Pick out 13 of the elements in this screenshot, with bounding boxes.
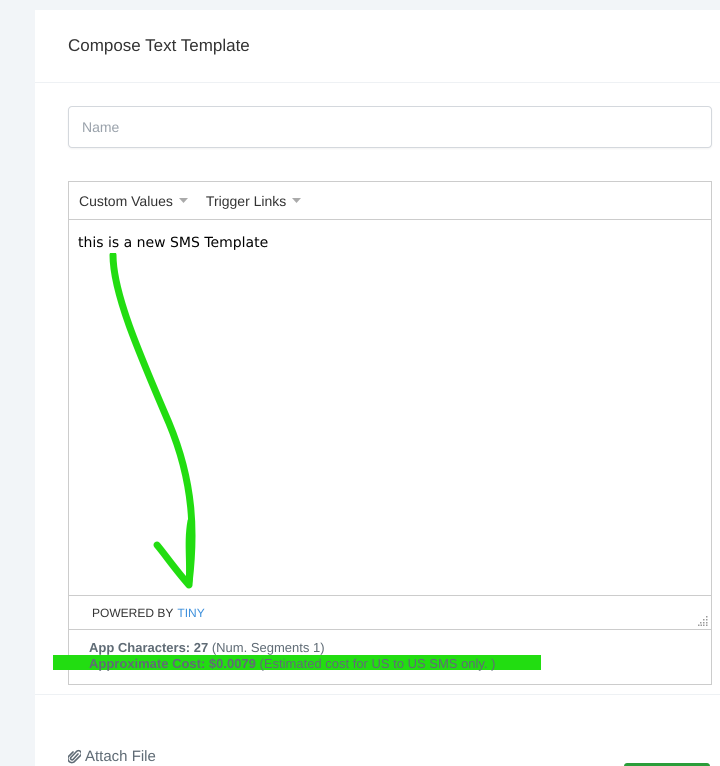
stat-text: Approximate Cost: $0.0079 (Estimated cost for US to US SMS only. ) — [89, 656, 496, 671]
caret-icon — [292, 198, 302, 203]
caret-icon — [178, 198, 188, 203]
menu-button[interactable]: Custom Values — [73, 188, 194, 212]
card-title: Compose Text Template — [68, 36, 250, 56]
name-field[interactable]: Name — [68, 106, 712, 148]
paperclip-icon — [68, 749, 81, 764]
editor-text: this is a new SMS Template — [78, 235, 270, 251]
attach-file-button[interactable]: Attach File — [68, 748, 156, 766]
stat-text: App Characters: 27 (Num. Segments 1) — [89, 640, 325, 655]
resize-grip-icon — [698, 616, 708, 626]
powered-by-label: POWERED BY — [92, 606, 174, 620]
menu-button[interactable]: Trigger Links — [200, 188, 308, 212]
